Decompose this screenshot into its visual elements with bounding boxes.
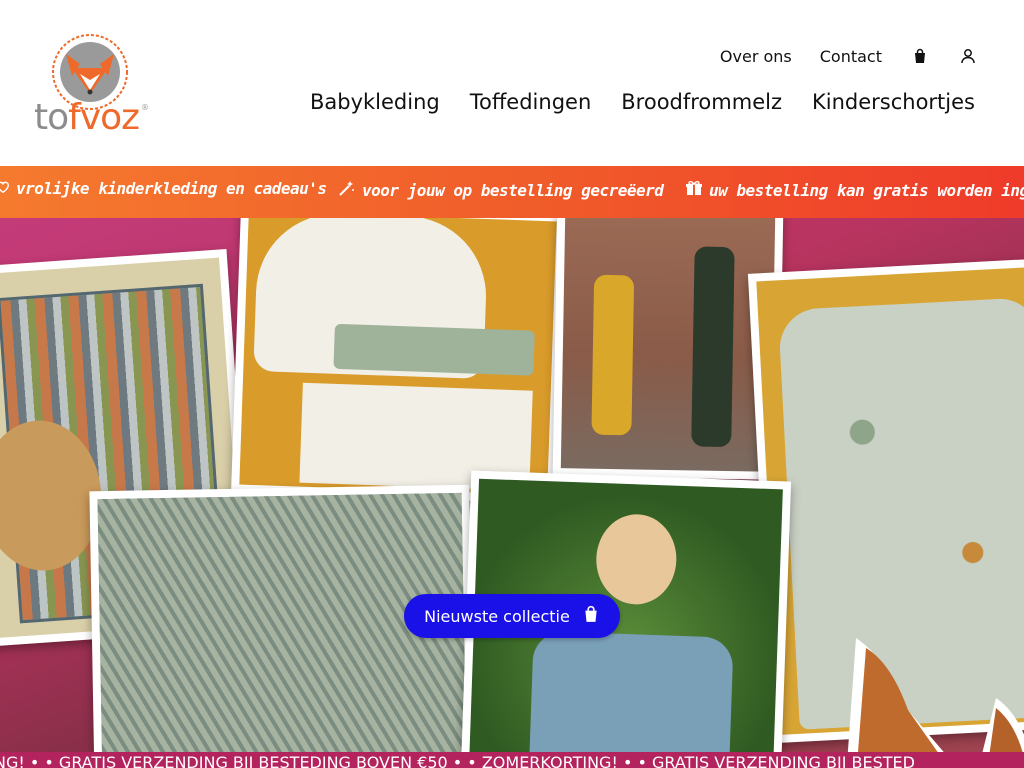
- tofvoz-logo[interactable]: tofvoz ®: [32, 32, 154, 144]
- cta-label: Nieuwste collectie: [424, 606, 570, 626]
- newest-collection-button[interactable]: Nieuwste collectie: [404, 594, 620, 638]
- heart-icon: [0, 179, 10, 198]
- promo-ticker: NG! • • GRATIS VERZENDING BIJ BESTEDING …: [0, 752, 1024, 768]
- logo-wordmark: tofvoz: [34, 97, 140, 138]
- usp-item: voor jouw op bestelling gecreëerd: [338, 179, 664, 201]
- registered-mark: ®: [141, 103, 149, 112]
- nav-over-ons[interactable]: Over ons: [720, 47, 792, 66]
- nav-contact[interactable]: Contact: [820, 47, 882, 66]
- nav-kinderschortjes[interactable]: Kinderschortjes: [812, 90, 975, 114]
- photo-floral-hat: [231, 218, 565, 504]
- user-icon[interactable]: [958, 46, 978, 66]
- usp-ribbon: vrolijke kinderkleding en cadeau's voor …: [0, 166, 1024, 218]
- shopping-bag-icon: [582, 605, 600, 627]
- gift-icon: [685, 179, 703, 201]
- magic-wand-icon: [338, 179, 356, 201]
- usp-text: vrolijke kinderkleding en cadeau's: [16, 179, 327, 198]
- photo-skateboard: [552, 218, 784, 480]
- usp-item: uw bestelling kan gratis worden ingepakt: [685, 179, 1024, 201]
- site-header: tofvoz ® Over ons Contact Babykleding To…: [0, 0, 1024, 166]
- fox-illustration: [846, 618, 1024, 768]
- main-nav: Babykleding Toffedingen Broodfrommelz Ki…: [310, 90, 975, 114]
- nav-toffedingen[interactable]: Toffedingen: [470, 90, 592, 114]
- nav-broodfrommelz[interactable]: Broodfrommelz: [621, 90, 782, 114]
- usp-item: vrolijke kinderkleding en cadeau's: [0, 179, 327, 198]
- shopping-bag-icon[interactable]: [910, 46, 930, 66]
- top-nav: Over ons Contact: [720, 46, 978, 66]
- usp-text: voor jouw op bestelling gecreëerd: [362, 180, 664, 200]
- usp-text: uw bestelling kan gratis worden ingepakt: [709, 180, 1024, 200]
- nav-babykleding[interactable]: Babykleding: [310, 90, 440, 114]
- ticker-text: NG! • • GRATIS VERZENDING BIJ BESTEDING …: [0, 753, 915, 768]
- hero-collage: [0, 218, 1024, 768]
